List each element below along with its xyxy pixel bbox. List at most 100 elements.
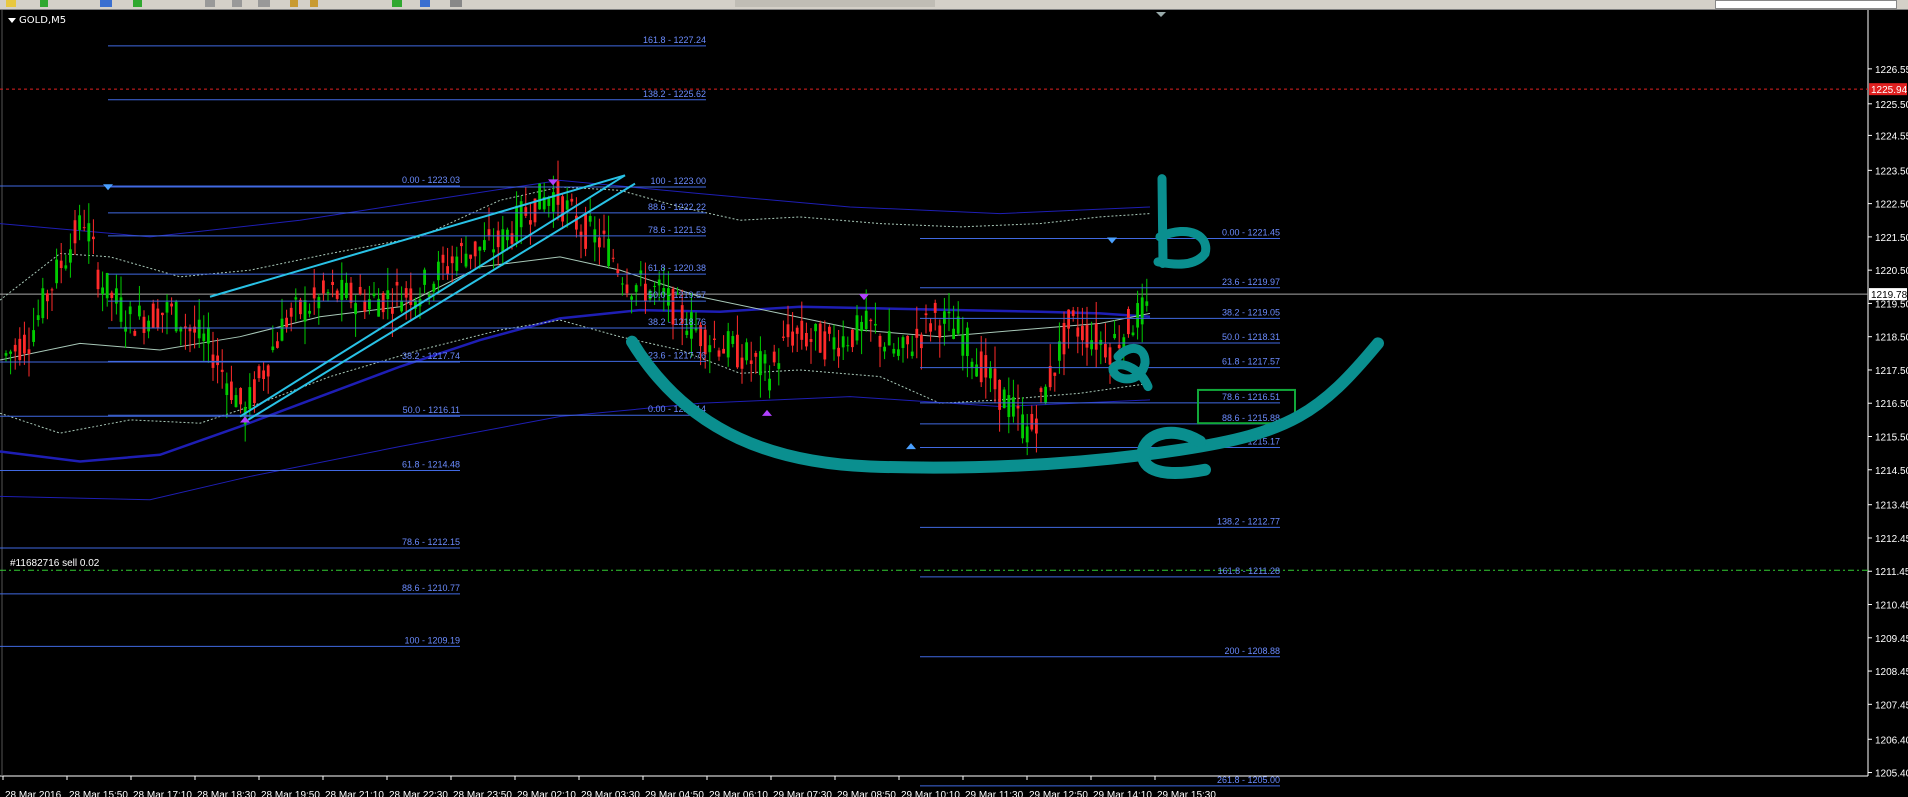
candle-body <box>460 242 463 247</box>
candle-body <box>506 229 509 241</box>
candle-body <box>938 325 942 338</box>
candle-body <box>280 318 284 341</box>
candle-body <box>105 273 109 299</box>
search-field[interactable] <box>1715 0 1897 9</box>
candle-body <box>312 287 316 299</box>
candle-body <box>901 337 905 348</box>
time-tick-label: 28 Mar 18:30 <box>197 790 256 797</box>
toolbar <box>0 0 1908 10</box>
candle-body <box>409 288 413 306</box>
refresh-icon[interactable] <box>420 0 430 7</box>
candle-body <box>202 333 206 342</box>
candle-body <box>1071 310 1075 316</box>
candle-body <box>1025 426 1029 443</box>
fib-set-2-level-label: 50.0 - 1216.11 <box>403 405 460 415</box>
candle-body <box>358 286 362 295</box>
price-chart[interactable]: 1226.55 1225.50 1224.55 1223.50 1222.50 1221.… <box>0 10 1908 797</box>
candle-body <box>851 329 854 348</box>
candle-body <box>262 370 265 380</box>
candle-body <box>832 337 836 350</box>
candle-body <box>736 334 739 368</box>
candle-body <box>386 290 390 300</box>
candle-body <box>1131 332 1135 336</box>
candle-body <box>1145 301 1149 306</box>
time-tick-label: 29 Mar 07:30 <box>773 790 832 797</box>
candle-body <box>73 220 77 244</box>
candle-body <box>9 351 12 354</box>
candle-body <box>446 266 449 274</box>
fib-set-1-level-label: 38.2 - 1218.76 <box>648 317 706 327</box>
candle-body <box>653 285 656 287</box>
candle-body <box>584 214 587 249</box>
candle-body <box>1081 325 1084 341</box>
candle-body <box>570 198 574 202</box>
chart-window[interactable]: 1226.55 1225.50 1224.55 1223.50 1222.50 1221.… <box>0 10 1908 797</box>
candle-body <box>110 292 114 298</box>
price-tick-label: 1208.45 <box>1875 667 1908 678</box>
candle-body <box>41 288 45 319</box>
candle-body <box>1140 297 1144 325</box>
candle-body <box>87 223 91 242</box>
bollinger-middle-band <box>0 256 1151 361</box>
time-tick-label: 29 Mar 03:30 <box>581 790 640 797</box>
timeframe-bar[interactable] <box>735 0 935 7</box>
time-tick-label: 29 Mar 02:10 <box>517 790 576 797</box>
candle-body <box>257 366 261 379</box>
candle-body <box>151 303 155 328</box>
alert-price-label: 1225.94 <box>1871 85 1908 96</box>
symbol-label: GOLD,M5 <box>8 15 66 26</box>
candle-body <box>588 215 592 222</box>
candle-body <box>897 349 900 356</box>
candle-body <box>644 283 647 302</box>
time-tick-label: 28 Mar 17:10 <box>133 790 192 797</box>
candle-body <box>768 378 771 391</box>
add-indicator-icon[interactable] <box>392 0 402 7</box>
fib-set-1-level-label: 161.8 - 1227.24 <box>643 35 706 45</box>
price-tick-label: 1211.45 <box>1875 567 1908 578</box>
chart-shift-icon[interactable] <box>1156 12 1166 17</box>
zoom-in-icon[interactable] <box>133 0 142 7</box>
search-icon[interactable] <box>290 0 298 7</box>
candle-body <box>860 321 863 332</box>
dropdown-icon[interactable] <box>8 17 16 23</box>
cursor-icon[interactable] <box>205 0 215 7</box>
candle-body <box>754 353 758 357</box>
candle-body <box>230 381 233 401</box>
candle-body <box>607 238 610 267</box>
fib-set-1-level-label: 23.6 - 1217.76 <box>648 350 706 360</box>
window-icon[interactable] <box>100 0 112 7</box>
fractal-down-icon <box>1107 237 1117 244</box>
candle-body <box>101 287 104 295</box>
fib-set-2-level-label: 100 - 1209.19 <box>404 635 460 645</box>
candle-body <box>1127 308 1130 335</box>
candle-body <box>285 317 288 328</box>
candle-body <box>915 328 919 338</box>
candle-body <box>23 334 26 354</box>
candle-body <box>933 302 937 313</box>
candle-body <box>92 236 95 240</box>
fib-set-1-level-label: 100 - 1223.00 <box>650 176 706 186</box>
candle-body <box>1067 309 1070 329</box>
text-icon[interactable] <box>310 0 318 7</box>
candle-body <box>634 285 638 292</box>
candle-body <box>27 349 31 354</box>
time-tick-label: 29 Mar 15:30 <box>1157 790 1216 797</box>
candle-body <box>529 220 532 225</box>
candle-body <box>713 338 716 340</box>
candle-body <box>1117 344 1121 349</box>
candle-body <box>32 330 35 342</box>
candle-body <box>501 229 505 253</box>
candle-body <box>391 307 394 314</box>
candle-body <box>170 303 173 307</box>
candle-body <box>887 331 891 346</box>
template-icon[interactable] <box>450 0 462 7</box>
new-chart-icon[interactable] <box>6 0 16 7</box>
candle-body <box>874 323 877 326</box>
fib-set-3-level-label: 161.8 - 1211.28 <box>1218 566 1280 576</box>
candle-body <box>1007 395 1011 418</box>
candle-body <box>496 230 500 248</box>
hline-icon[interactable] <box>258 0 270 7</box>
add-icon[interactable] <box>40 0 48 7</box>
candle-body <box>174 301 178 332</box>
crosshair-icon[interactable] <box>232 0 242 7</box>
